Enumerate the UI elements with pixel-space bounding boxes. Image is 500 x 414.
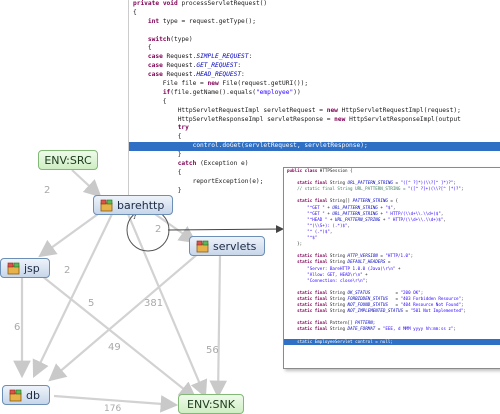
package-icon	[9, 389, 22, 402]
edge-label-db-snk: 176	[104, 404, 122, 414]
edge-label-jsp-db: 6	[14, 322, 21, 333]
node-env-src[interactable]: ENV:SRC	[38, 150, 98, 170]
code-top-line: {	[133, 97, 167, 105]
edge-barehttp-db	[32, 213, 113, 378]
code-top-line: if(file.getName().equals("employee"))	[162, 88, 301, 96]
edge-jsp-snk	[41, 275, 197, 400]
edge-label-barehttp-servlets: 2	[155, 224, 162, 235]
node-jsp-label: jsp	[24, 261, 40, 275]
code-top-line: try	[177, 124, 189, 132]
node-db-label: db	[26, 388, 40, 402]
node-db[interactable]: db	[2, 385, 50, 405]
code-popup-line: static EmployeeServlet control = null;	[284, 338, 500, 345]
node-barehttp-label: barehttp	[117, 198, 165, 212]
code-top-line: case Request.HEAD_REQUEST:	[147, 71, 245, 79]
code-top-line: HttpServletResponseImpl servletResponse …	[133, 115, 461, 123]
code-top-line: case Request.GET_REQUEST:	[147, 62, 242, 70]
node-servlets-label: servlets	[213, 239, 257, 253]
code-top-line: switch(type)	[147, 35, 193, 43]
package-icon	[196, 240, 209, 253]
edge-src-barehttp	[71, 169, 102, 198]
code-top-line: control.doGet(servletRequest, servletRes…	[129, 142, 500, 152]
node-jsp[interactable]: jsp	[0, 258, 50, 278]
edge-servlets-snk	[209, 255, 228, 399]
edge-label-servlets-snk: 56	[206, 345, 219, 356]
code-top-line: HttpServletRequestImpl servletRequest = …	[133, 106, 461, 114]
node-env-snk-label: ENV:SNK	[187, 397, 235, 411]
code-top-line: {	[133, 8, 137, 16]
callout-line-popup	[167, 225, 284, 234]
package-icon	[100, 199, 113, 212]
code-top-line: {	[133, 44, 152, 52]
edge-barehttp-jsp	[38, 213, 99, 258]
edge-servlets-db	[48, 251, 201, 382]
code-top-line	[129, 27, 500, 36]
edge-label-servlets-db: 49	[108, 342, 121, 353]
code-top-line: int type = request.getType();	[147, 17, 256, 25]
edge-label-src-barehttp: 2	[44, 185, 51, 196]
node-env-src-label: ENV:SRC	[44, 153, 92, 167]
code-top-line: {	[133, 133, 182, 141]
code-panel-popup: public class HTTPSession { static final …	[283, 167, 500, 369]
node-barehttp[interactable]: barehttp	[93, 195, 173, 215]
edge-label-barehttp-snk: 381	[144, 298, 164, 309]
code-top-line: }	[133, 151, 182, 159]
edge-label-barehttp-db: 5	[88, 298, 95, 309]
code-top-line: File file = new File(request.getURI());	[133, 80, 309, 88]
edge-label-barehttp-jsp: 2	[64, 265, 71, 276]
node-servlets[interactable]: servlets	[189, 236, 265, 256]
code-top-line: case Request.SIMPLE_REQUEST:	[147, 53, 253, 61]
package-icon	[7, 262, 20, 275]
node-env-snk[interactable]: ENV:SNK	[178, 394, 244, 414]
code-top-line: private void processServletRequest()	[133, 0, 268, 7]
